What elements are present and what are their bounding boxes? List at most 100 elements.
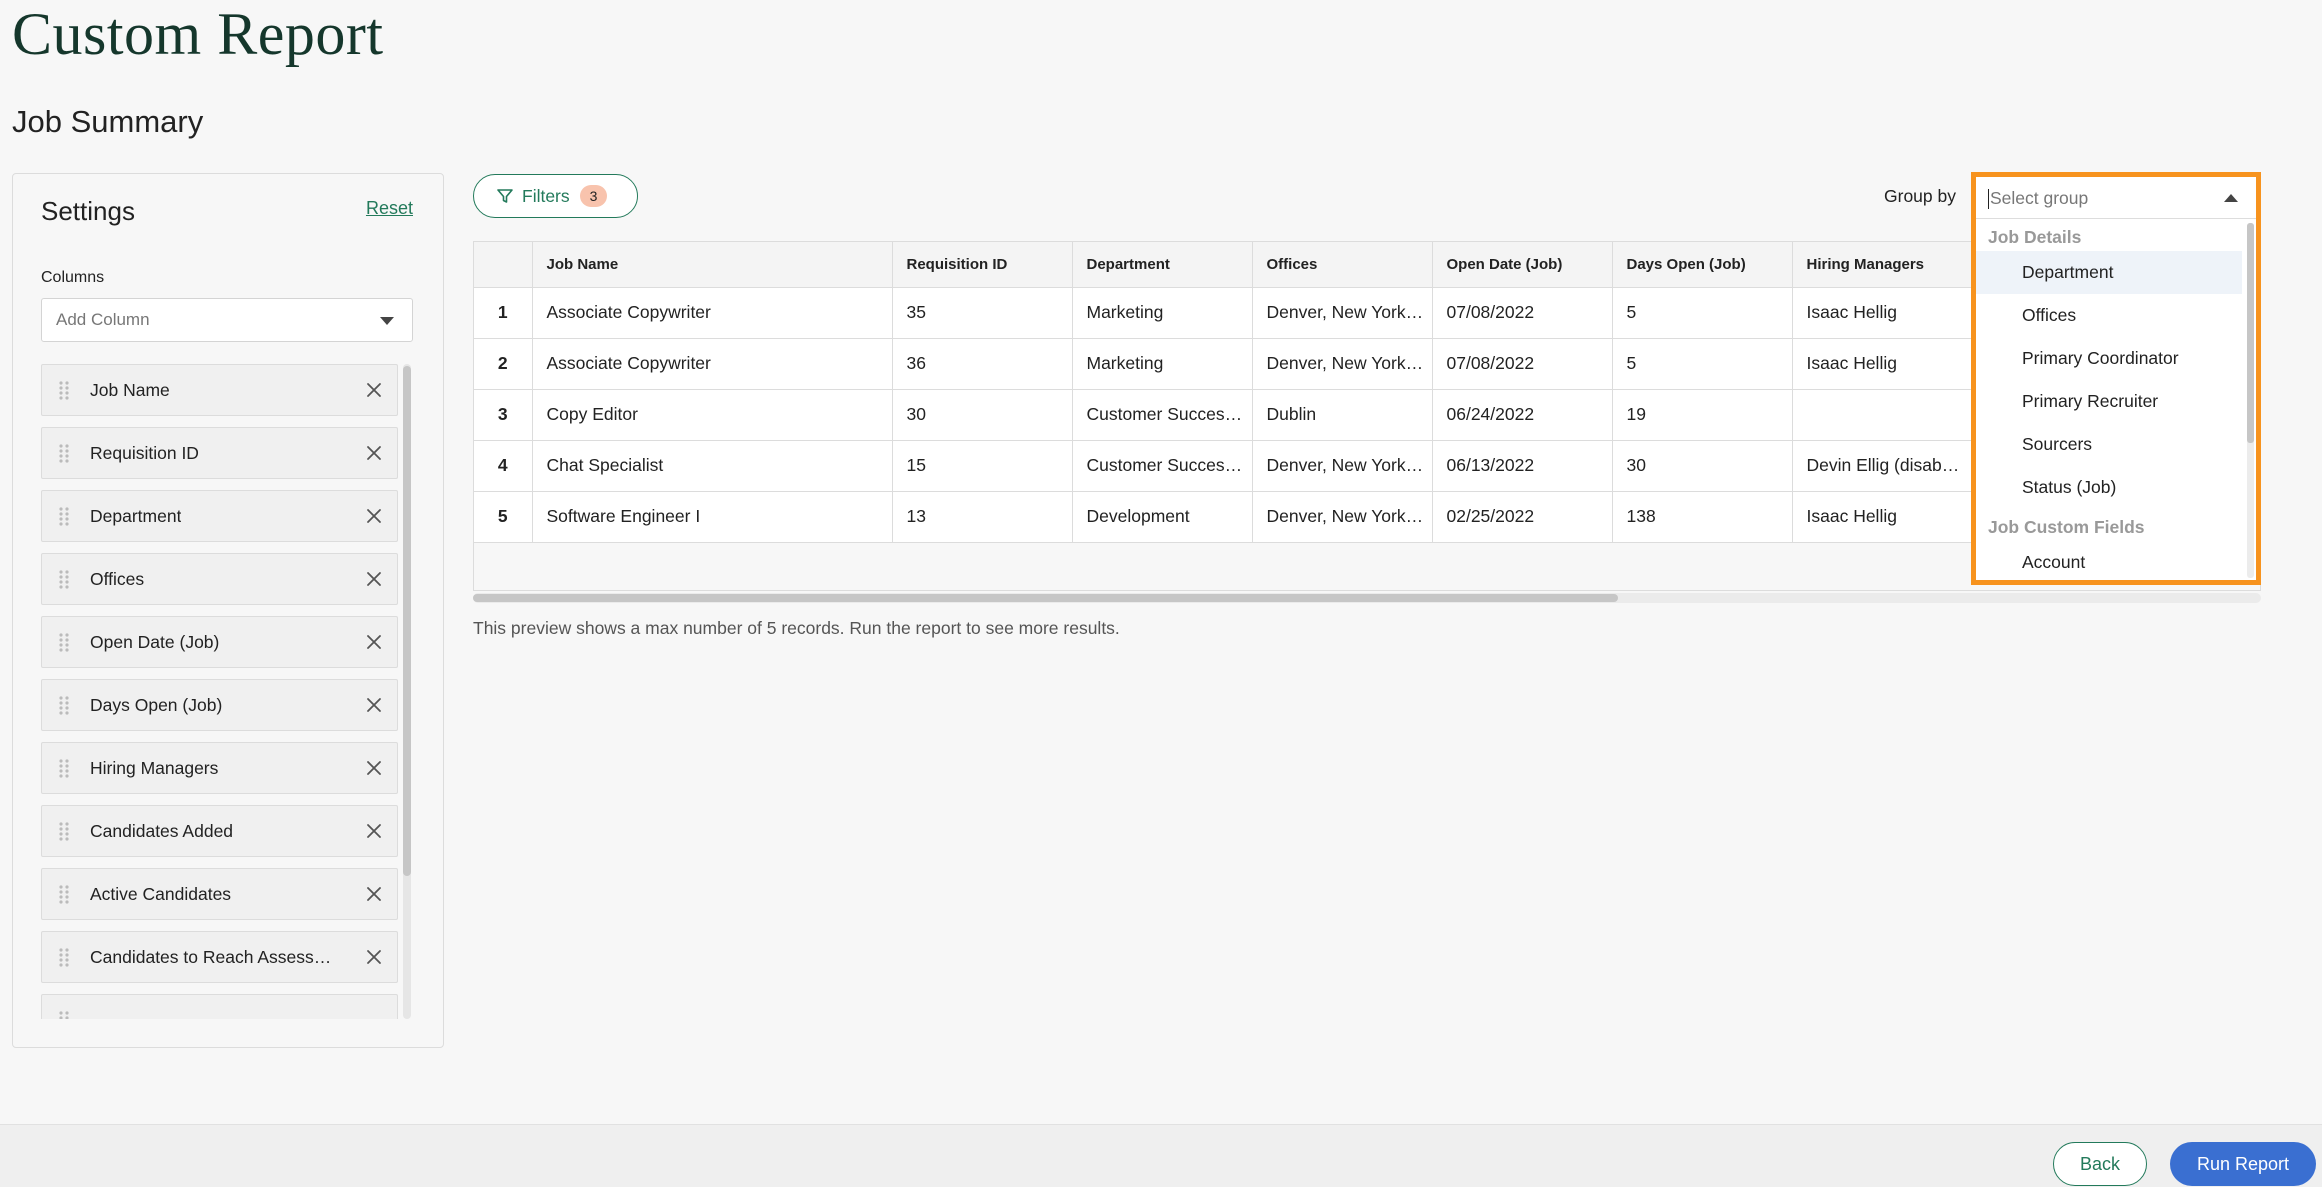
table-row[interactable]: 3 Copy Editor 30 Customer Succes… Dublin 06/2… [474, 389, 1973, 441]
row-index: 3 [474, 389, 533, 441]
table-cell: 5 [1612, 338, 1793, 390]
table-cell: 06/24/2022 [1432, 389, 1613, 441]
drag-handle-icon[interactable] [58, 695, 70, 715]
table-cell: Denver, New York… [1252, 491, 1433, 543]
horizontal-scrollbar-thumb[interactable] [473, 594, 1618, 602]
add-column-select[interactable]: Add Column [41, 298, 413, 342]
group-by-options-scrollbar[interactable] [2247, 223, 2254, 578]
group-by-dropdown[interactable]: Select group Job Details Department Office… [1971, 172, 2261, 585]
close-icon[interactable] [365, 696, 383, 714]
column-header: Open Date (Job) [1432, 242, 1613, 288]
drag-handle-icon[interactable] [58, 821, 70, 841]
column-item[interactable] [41, 994, 398, 1019]
group-by-option[interactable]: Offices [1976, 294, 2242, 337]
table-row[interactable]: 2 Associate Copywriter 36 Marketing Denver, … [474, 338, 1973, 390]
column-item[interactable]: Candidates to Reach Assess… [41, 931, 398, 983]
group-by-placeholder: Select group [1990, 188, 2089, 208]
column-item-label: Candidates Added [90, 820, 234, 841]
table-cell: 02/25/2022 [1432, 491, 1613, 543]
chevron-up-icon[interactable] [2224, 194, 2238, 202]
drag-handle-icon[interactable] [58, 632, 70, 652]
table-cell: Isaac Hellig [1792, 491, 1973, 543]
close-icon[interactable] [365, 885, 383, 903]
table-cell: Associate Copywriter [532, 338, 893, 390]
group-by-label: Group by [1884, 186, 1956, 206]
group-by-option[interactable]: Status (Job) [1976, 466, 2242, 509]
column-item-label: Offices [90, 568, 145, 589]
drag-handle-icon[interactable] [58, 506, 70, 526]
column-header: Department [1072, 242, 1253, 288]
drag-handle-icon[interactable] [58, 884, 70, 904]
column-item-label: Days Open (Job) [90, 694, 223, 715]
text-cursor [1988, 189, 1989, 210]
filter-icon [497, 189, 513, 203]
drag-handle-icon[interactable] [58, 443, 70, 463]
filters-button[interactable]: Filters 3 [473, 174, 638, 218]
scrollbar-thumb[interactable] [403, 366, 411, 876]
add-column-placeholder: Add Column [56, 310, 150, 329]
column-item-label: Hiring Managers [90, 757, 219, 778]
table-cell: Chat Specialist [532, 440, 893, 492]
column-header: Job Name [532, 242, 893, 288]
column-item[interactable]: Candidates Added [41, 805, 398, 857]
column-item[interactable]: Offices [41, 553, 398, 605]
column-item[interactable]: Active Candidates [41, 868, 398, 920]
close-icon[interactable] [365, 822, 383, 840]
close-icon[interactable] [365, 381, 383, 399]
columns-label: Columns [41, 269, 105, 286]
preview-note: This preview shows a max number of 5 rec… [473, 618, 1120, 638]
column-item[interactable]: Requisition ID [41, 427, 398, 479]
group-by-option[interactable]: Primary Coordinator [1976, 337, 2242, 380]
column-header: Requisition ID [892, 242, 1073, 288]
footer-bar [0, 1124, 2322, 1187]
back-button[interactable]: Back [2053, 1142, 2147, 1186]
table-cell: Denver, New York… [1252, 440, 1433, 492]
column-header: Hiring Managers [1792, 242, 1973, 288]
drag-handle-icon[interactable] [58, 380, 70, 400]
drag-handle-icon[interactable] [58, 947, 70, 967]
close-icon[interactable] [365, 507, 383, 525]
close-icon[interactable] [365, 570, 383, 588]
table-row[interactable]: 4 Chat Specialist 15 Customer Succes… Denver… [474, 440, 1973, 492]
group-by-option[interactable]: Sourcers [1976, 423, 2242, 466]
column-item[interactable]: Days Open (Job) [41, 679, 398, 731]
column-item-label: Requisition ID [90, 442, 199, 463]
drag-handle-icon[interactable] [58, 1010, 70, 1019]
row-index: 1 [474, 287, 533, 339]
group-by-option[interactable]: Account [1976, 541, 2242, 580]
column-item[interactable]: Job Name [41, 364, 398, 416]
table-cell: 06/13/2022 [1432, 440, 1613, 492]
table-cell: Marketing [1072, 287, 1253, 339]
row-index: 4 [474, 440, 533, 492]
table-cell: 07/08/2022 [1432, 287, 1613, 339]
column-item-label: Active Candidates [90, 883, 232, 904]
option-group-label: Job Custom Fields [1988, 517, 2145, 537]
drag-handle-icon[interactable] [58, 758, 70, 778]
table-row[interactable]: 5 Software Engineer I 13 Development Denver,… [474, 491, 1973, 543]
group-by-input[interactable]: Select group [1976, 177, 2256, 219]
group-by-option[interactable]: Primary Recruiter [1976, 380, 2242, 423]
close-icon[interactable] [365, 444, 383, 462]
table-cell: 30 [892, 389, 1073, 441]
column-item-label: Candidates to Reach Assess… [90, 946, 332, 967]
run-report-button[interactable]: Run Report [2170, 1142, 2316, 1186]
table-row[interactable]: 1 Associate Copywriter 35 Marketing Denver, … [474, 287, 1973, 339]
table-cell: Copy Editor [532, 389, 893, 441]
column-item[interactable]: Open Date (Job) [41, 616, 398, 668]
table-cell: Development [1072, 491, 1253, 543]
close-icon[interactable] [365, 948, 383, 966]
table-cell: Customer Succes… [1072, 389, 1253, 441]
close-icon[interactable] [365, 759, 383, 777]
drag-handle-icon[interactable] [58, 569, 70, 589]
column-item[interactable]: Hiring Managers [41, 742, 398, 794]
page-title: Custom Report [12, 1, 384, 67]
group-by-option[interactable]: Department [1976, 251, 2242, 294]
column-list-scrollbar[interactable] [403, 364, 411, 1019]
table-cell: Devin Ellig (disab… [1792, 440, 1973, 492]
scrollbar-thumb[interactable] [2247, 223, 2254, 443]
report-name: Job Summary [12, 104, 204, 139]
reset-link[interactable]: Reset [366, 198, 413, 219]
close-icon[interactable] [365, 633, 383, 651]
column-item[interactable]: Department [41, 490, 398, 542]
table-cell: Denver, New York… [1252, 338, 1433, 390]
